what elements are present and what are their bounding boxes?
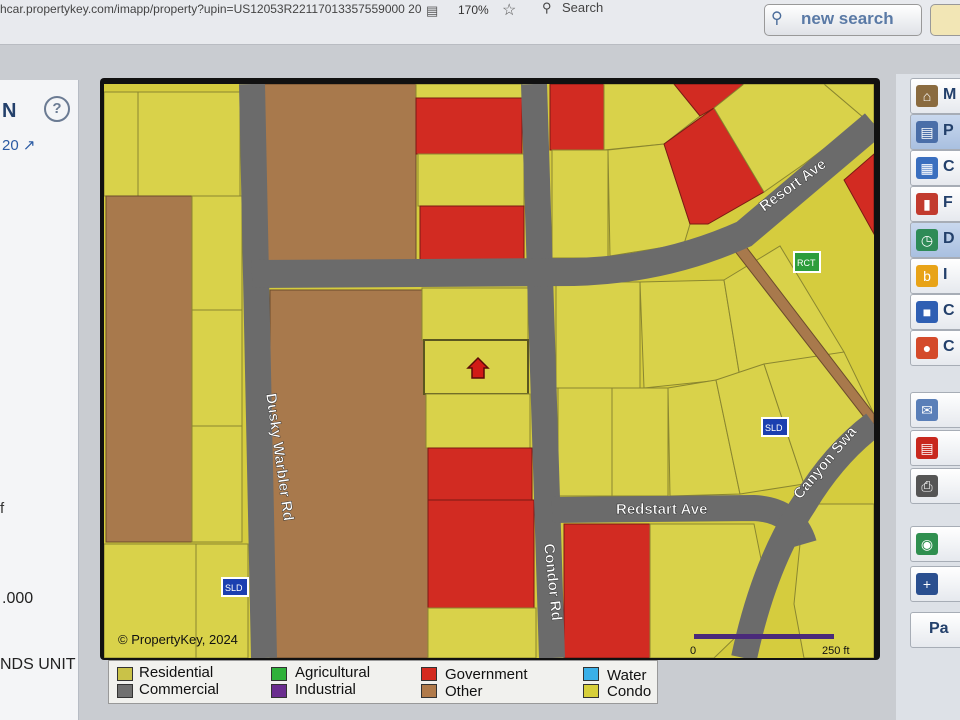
print-button[interactable]: ⎙ (910, 468, 960, 504)
legend-label: Industrial (295, 681, 356, 698)
tool-button-map[interactable]: ⌂ M (910, 78, 960, 114)
tool-label: D (943, 230, 955, 247)
tool-label: I (943, 266, 948, 283)
rct-badge[interactable]: RCT (793, 251, 821, 273)
tool-button-demographics[interactable]: ◷ D (910, 222, 960, 258)
zoom-in-icon: + (916, 573, 938, 595)
map-legend: Residential Commercial Agricultural Indu… (108, 660, 658, 704)
value-fragment: .000 (2, 590, 34, 607)
zoom-level[interactable]: 170% (458, 3, 489, 17)
scale-end: 250 ft (822, 645, 850, 657)
legend-label: Government (445, 666, 528, 683)
tools-panel: ⌂ M ▤ P ▦ C ▮ F ◷ D b I ■ C ● C ✉ ▤ ⎙ ◉ … (896, 74, 960, 720)
browser-search-field[interactable]: Search (562, 0, 603, 15)
browser-toolbar: hcar.propertykey.com/imapp/property?upin… (0, 0, 960, 45)
map-canvas[interactable]: Resort Ave Dusky Warbler Rd Redstart Ave… (104, 84, 874, 658)
property-info-panel: N ? 20 ↗ f .000 NDS UNIT (0, 80, 79, 720)
email-button[interactable]: ✉ (910, 392, 960, 428)
label-fragment: f (0, 500, 5, 517)
new-search-label: new search (801, 9, 894, 28)
link-text: 20 (2, 137, 19, 154)
help-icon[interactable]: ? (44, 96, 70, 122)
printer-icon: ⎙ (916, 475, 938, 497)
map-pin-icon: ● (916, 337, 938, 359)
legend-label: Residential (139, 664, 214, 681)
legend-swatch (421, 684, 437, 698)
legend-swatch (271, 684, 287, 698)
legend-label: Other (445, 683, 483, 700)
new-search-button[interactable]: ⚲ new search (764, 4, 922, 36)
legend-swatch (271, 667, 287, 681)
tool-label: C (943, 302, 955, 319)
car-icon: ■ (916, 301, 938, 323)
zoom-in-button[interactable]: + (910, 566, 960, 602)
magnifier-icon: ⚲ (771, 10, 783, 27)
address-bar[interactable]: hcar.propertykey.com/imapp/property?upin… (0, 2, 422, 16)
tool-label: C (943, 338, 955, 355)
external-link[interactable]: 20 ↗ (2, 136, 35, 154)
bookmark-star-icon[interactable]: ☆ (502, 0, 516, 20)
bing-icon: b (916, 265, 938, 287)
map-copyright: © PropertyKey, 2024 (118, 632, 238, 647)
pan-label: Pa (929, 620, 949, 637)
tool-label: M (943, 86, 957, 103)
legend-label: Commercial (139, 681, 220, 698)
legend-label: Water (607, 667, 647, 684)
tool-button-financial[interactable]: ▮ F (910, 186, 960, 222)
rct-badge-label: RCT (797, 258, 816, 268)
tool-label: C (943, 158, 955, 175)
panel-title: N (2, 100, 17, 122)
pie-chart-icon: ◷ (916, 229, 938, 251)
legend-swatch (421, 667, 437, 681)
globe-icon: ◉ (916, 533, 938, 555)
sld-badge-label: SLD (225, 583, 243, 593)
search-icon: ⚲ (542, 0, 552, 15)
tool-button-places[interactable]: ● C (910, 330, 960, 366)
pdf-button[interactable]: ▤ (910, 430, 960, 466)
external-link-icon: ↗ (22, 137, 36, 154)
legend-swatch (117, 667, 133, 681)
sld-badge[interactable]: SLD (761, 417, 789, 437)
tool-label: F (943, 194, 953, 211)
bar-chart-icon: ▮ (916, 193, 938, 215)
parcel-map[interactable]: Resort Ave Dusky Warbler Rd Redstart Ave… (104, 84, 874, 658)
pdf-icon: ▤ (916, 437, 938, 459)
tool-button-commute[interactable]: ■ C (910, 294, 960, 330)
unit-fragment: NDS UNIT (0, 656, 76, 673)
tool-label: P (943, 122, 954, 139)
reader-view-icon[interactable]: ▤ (426, 3, 438, 19)
legend-swatch (583, 684, 599, 698)
sld-badge-label: SLD (765, 423, 783, 433)
tool-button-calc[interactable]: ▦ C (910, 150, 960, 186)
legend-swatch (583, 667, 599, 681)
pan-button[interactable]: Pa (910, 612, 960, 648)
sld-badge[interactable]: SLD (221, 577, 249, 597)
document-icon: ▤ (916, 121, 938, 143)
scale-start: 0 (690, 645, 696, 657)
calculator-icon: ▦ (916, 157, 938, 179)
folder-button[interactable] (930, 4, 960, 36)
legend-swatch (117, 684, 133, 698)
legend-label: Agricultural (295, 664, 371, 681)
email-icon: ✉ (916, 399, 938, 421)
home-icon: ⌂ (916, 85, 938, 107)
globe-button[interactable]: ◉ (910, 526, 960, 562)
street-label-redstart: Redstart Ave (616, 501, 707, 518)
tool-button-property[interactable]: ▤ P (910, 114, 960, 150)
tool-button-bing[interactable]: b I (910, 258, 960, 294)
legend-label: Condo (607, 683, 652, 700)
